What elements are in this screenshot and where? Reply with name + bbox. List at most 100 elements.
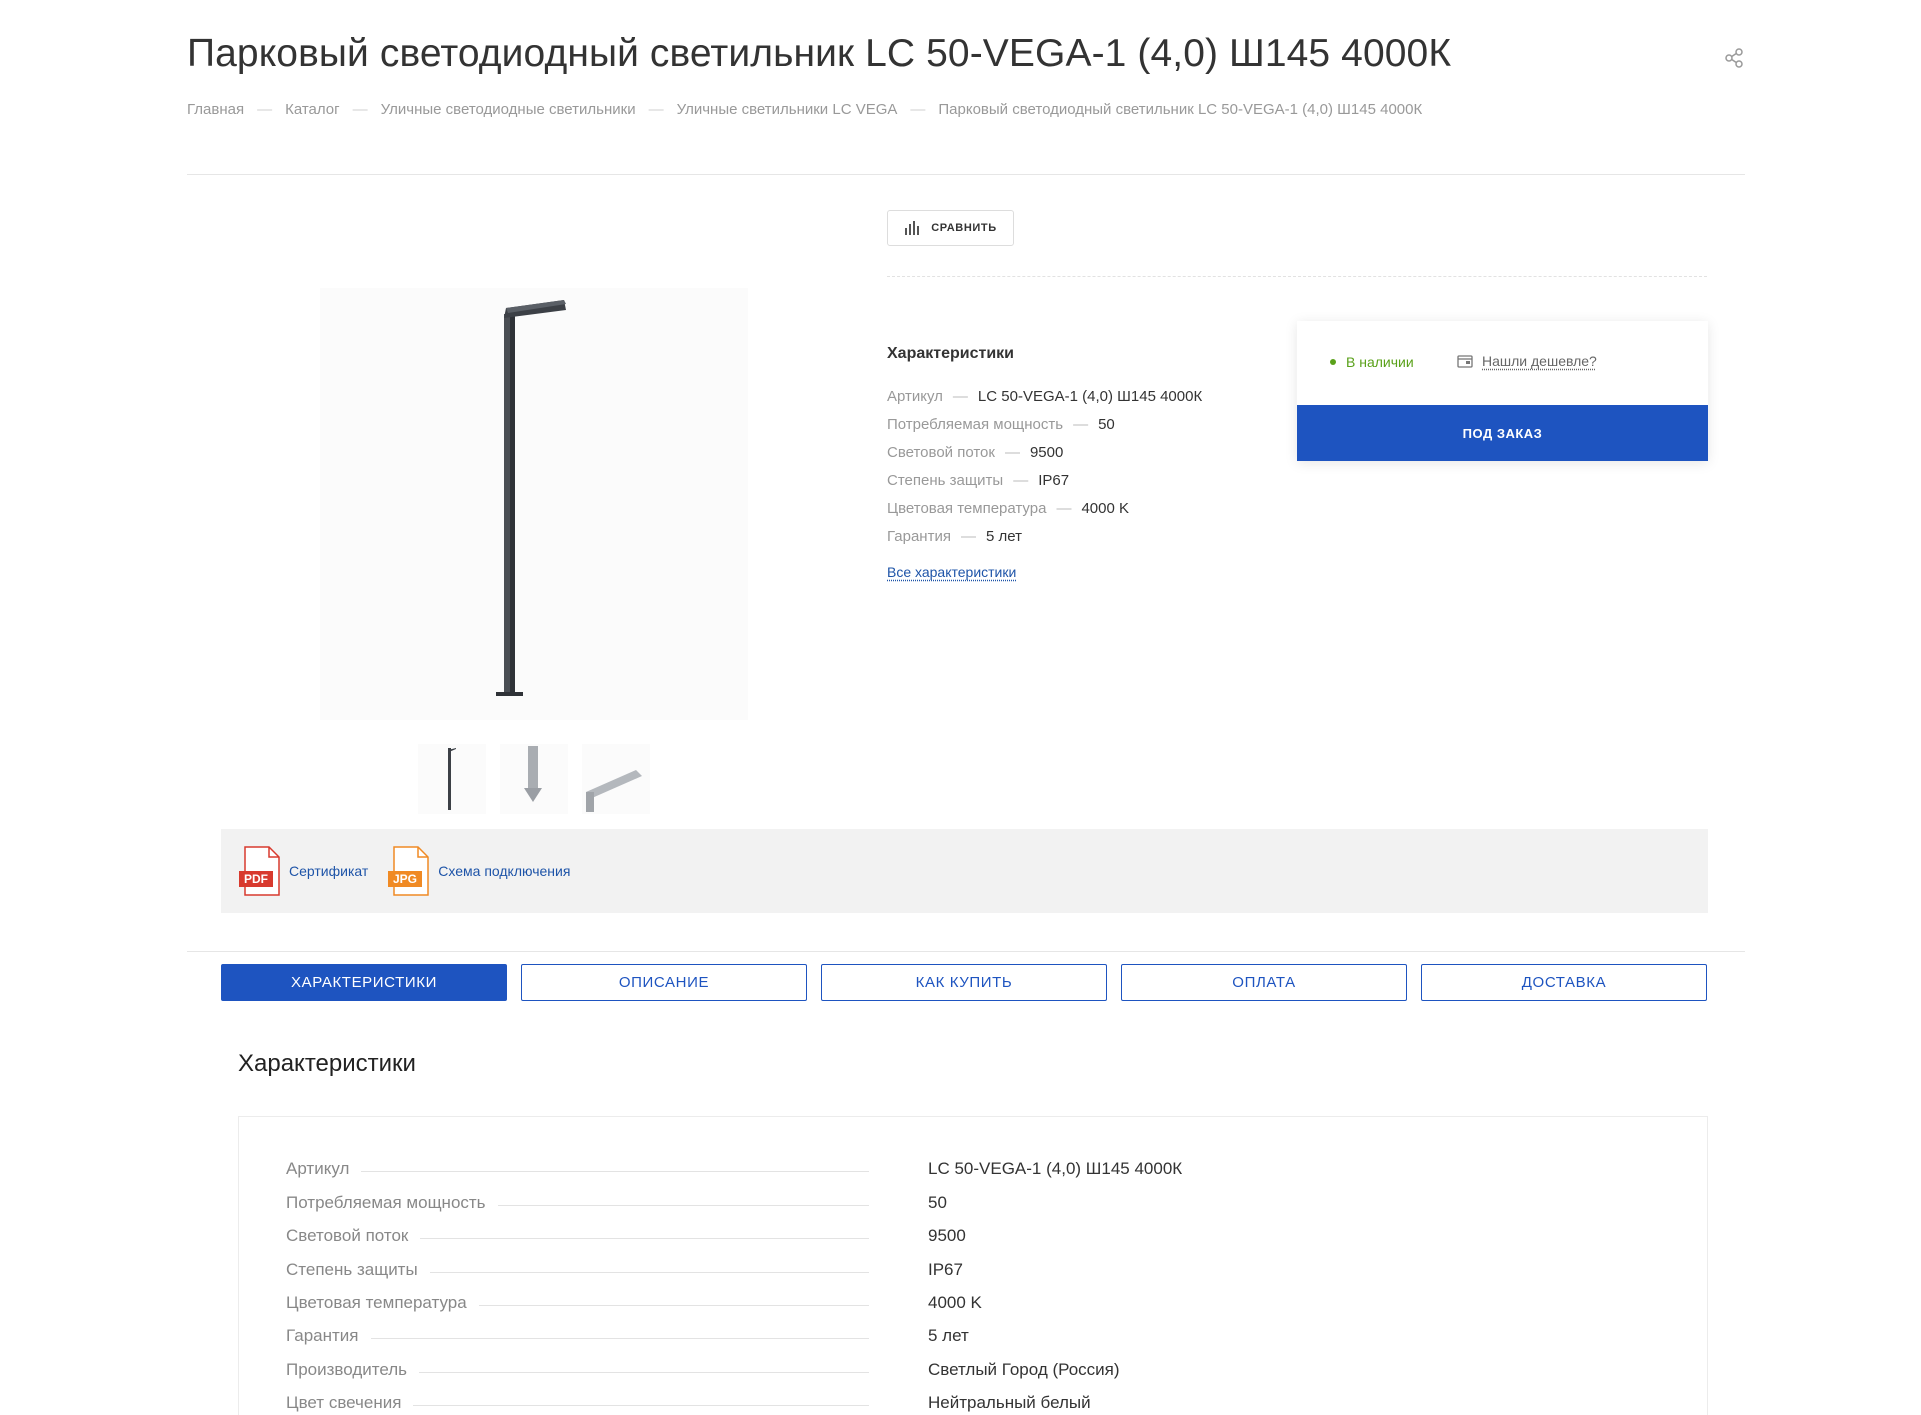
breadcrumb-home[interactable]: Главная — [187, 101, 244, 118]
specs-row: Производитель Светлый Город (Россия) — [286, 1356, 1666, 1380]
specs-table: Артикул LC 50-VEGA-1 (4,0) Ш145 4000К По… — [238, 1116, 1708, 1415]
document-label: Сертификат — [289, 863, 369, 879]
document-badge: JPG — [393, 872, 417, 886]
tab-delivery[interactable]: ДОСТАВКА — [1421, 964, 1707, 1001]
breadcrumb-separator: — — [257, 101, 273, 118]
summary-row: Световой поток —9500 — [887, 444, 1064, 461]
summary-value: 4000 K — [1081, 500, 1129, 517]
spec-name: Гарантия — [286, 1326, 359, 1345]
summary-value: LC 50-VEGA-1 (4,0) Ш145 4000К — [977, 388, 1203, 405]
summary-key: Степень защиты — [887, 472, 1004, 489]
breadcrumb-separator: — — [910, 101, 926, 118]
wallet-icon — [1457, 355, 1473, 368]
spec-name: Световой поток — [286, 1226, 409, 1245]
product-tabs: ХАРАКТЕРИСТИКИ ОПИСАНИЕ КАК КУПИТЬ ОПЛАТ… — [221, 964, 1707, 1001]
pdf-file-icon: PDF — [237, 845, 283, 897]
spec-value: LC 50-VEGA-1 (4,0) Ш145 4000К — [928, 1159, 1183, 1178]
summary-key: Световой поток — [887, 444, 995, 461]
summary-key: Потребляемая мощность — [887, 416, 1064, 433]
found-cheaper-link[interactable]: Нашли дешевле? — [1457, 353, 1597, 369]
share-icon[interactable] — [1724, 47, 1746, 69]
leader-line — [361, 1171, 870, 1172]
summary-title: Характеристики — [887, 345, 1015, 362]
found-cheaper-label: Нашли дешевле? — [1482, 353, 1597, 369]
leader-line — [478, 1305, 869, 1306]
summary-value: 50 — [1098, 416, 1115, 433]
divider — [187, 951, 1745, 952]
spec-value: 5 лет — [928, 1326, 969, 1345]
leader-line — [413, 1405, 870, 1406]
leader-line — [420, 1238, 870, 1239]
summary-key: Артикул — [887, 388, 943, 405]
leader-line — [429, 1272, 869, 1273]
leader-line — [497, 1205, 869, 1206]
thumbnail-3[interactable] — [582, 744, 650, 814]
tab-how-to-buy[interactable]: КАК КУПИТЬ — [821, 964, 1107, 1001]
divider — [887, 276, 1707, 277]
spec-value: 50 — [928, 1193, 947, 1212]
product-image[interactable] — [320, 288, 748, 720]
spec-name: Цветовая температура — [286, 1293, 467, 1312]
specs-row: Гарантия 5 лет — [286, 1322, 1666, 1346]
tab-characteristics[interactable]: ХАРАКТЕРИСТИКИ — [221, 964, 507, 1001]
divider — [187, 174, 1745, 175]
order-button[interactable]: ПОД ЗАКАЗ — [1297, 405, 1708, 461]
spec-name: Цвет свечения — [286, 1393, 402, 1412]
page-title: Парковый светодиодный светильник LC 50-V… — [187, 32, 1452, 75]
tab-payment[interactable]: ОПЛАТА — [1121, 964, 1407, 1001]
specs-row: Цветовая температура 4000 K — [286, 1289, 1666, 1313]
jpg-file-icon: JPG — [386, 845, 432, 897]
leader-line — [419, 1372, 870, 1373]
document-label: Схема подключения — [438, 863, 571, 879]
summary-row: Цветовая температура —4000 K — [887, 500, 1129, 517]
spec-name: Артикул — [286, 1159, 350, 1178]
summary-key: Гарантия — [887, 528, 951, 545]
specs-row: Световой поток 9500 — [286, 1222, 1666, 1246]
document-badge: PDF — [244, 872, 268, 886]
breadcrumb-separator: — — [648, 101, 664, 118]
summary-value: 5 лет — [985, 528, 1022, 545]
summary-value: IP67 — [1038, 472, 1070, 489]
stock-status: В наличии — [1330, 354, 1414, 370]
breadcrumb: Главная — Каталог — Уличные светодиодные… — [187, 101, 1422, 118]
specs-title: Характеристики — [238, 1050, 416, 1077]
summary-key: Цветовая температура — [887, 500, 1047, 517]
spec-name: Степень защиты — [286, 1260, 418, 1279]
spec-value: Светлый Город (Россия) — [928, 1360, 1120, 1379]
summary-row: Артикул — LC 50-VEGA-1 (4,0) Ш145 4000К — [887, 388, 1203, 405]
spec-name: Производитель — [286, 1360, 408, 1379]
compare-label: СРАВНИТЬ — [931, 222, 997, 234]
spec-name: Потребляемая мощность — [286, 1193, 486, 1212]
specs-row: Потребляемая мощность 50 — [286, 1189, 1666, 1213]
all-characteristics-link[interactable]: Все характеристики — [887, 564, 1016, 580]
documents-bar: PDF Сертификат JPG Схема подключения — [221, 829, 1708, 913]
stock-dot-icon — [1330, 359, 1336, 365]
breadcrumb-catalog[interactable]: Каталог — [285, 101, 340, 118]
summary-list: Артикул — LC 50-VEGA-1 (4,0) Ш145 4000К По… — [887, 383, 1202, 551]
buy-card: В наличии Нашли дешевле? ПОД ЗАКАЗ — [1297, 321, 1708, 461]
breadcrumb-street-lights[interactable]: Уличные светодиодные светильники — [381, 101, 636, 118]
stock-label: В наличии — [1346, 354, 1414, 370]
thumbnail-list — [418, 744, 650, 814]
document-certificate[interactable]: PDF Сертификат — [237, 845, 368, 897]
leader-line — [370, 1338, 869, 1339]
summary-row: Потребляемая мощность —50 — [887, 416, 1115, 433]
bar-chart-icon — [905, 221, 920, 235]
summary-row: Гарантия —5 лет — [887, 528, 1022, 545]
specs-row: Степень защиты IP67 — [286, 1256, 1666, 1280]
summary-row: Степень защиты — IP67 — [887, 472, 1070, 489]
breadcrumb-lc-vega[interactable]: Уличные светильники LC VEGA — [677, 101, 898, 118]
breadcrumb-current: Парковый светодиодный светильник LC 50-V… — [938, 101, 1423, 118]
tab-description[interactable]: ОПИСАНИЕ — [521, 964, 807, 1001]
spec-value: 4000 K — [928, 1293, 982, 1312]
spec-value: 9500 — [928, 1226, 966, 1245]
specs-row: Цвет свечения Нейтральный белый — [286, 1389, 1666, 1413]
thumbnail-1[interactable] — [418, 744, 486, 814]
spec-value: IP67 — [928, 1260, 963, 1279]
document-wiring-diagram[interactable]: JPG Схема подключения — [386, 845, 570, 897]
specs-row: Артикул LC 50-VEGA-1 (4,0) Ш145 4000К — [286, 1155, 1666, 1179]
breadcrumb-separator: — — [352, 101, 368, 118]
compare-button[interactable]: СРАВНИТЬ — [887, 210, 1014, 246]
summary-value: 9500 — [1029, 444, 1064, 461]
thumbnail-2[interactable] — [500, 744, 568, 814]
